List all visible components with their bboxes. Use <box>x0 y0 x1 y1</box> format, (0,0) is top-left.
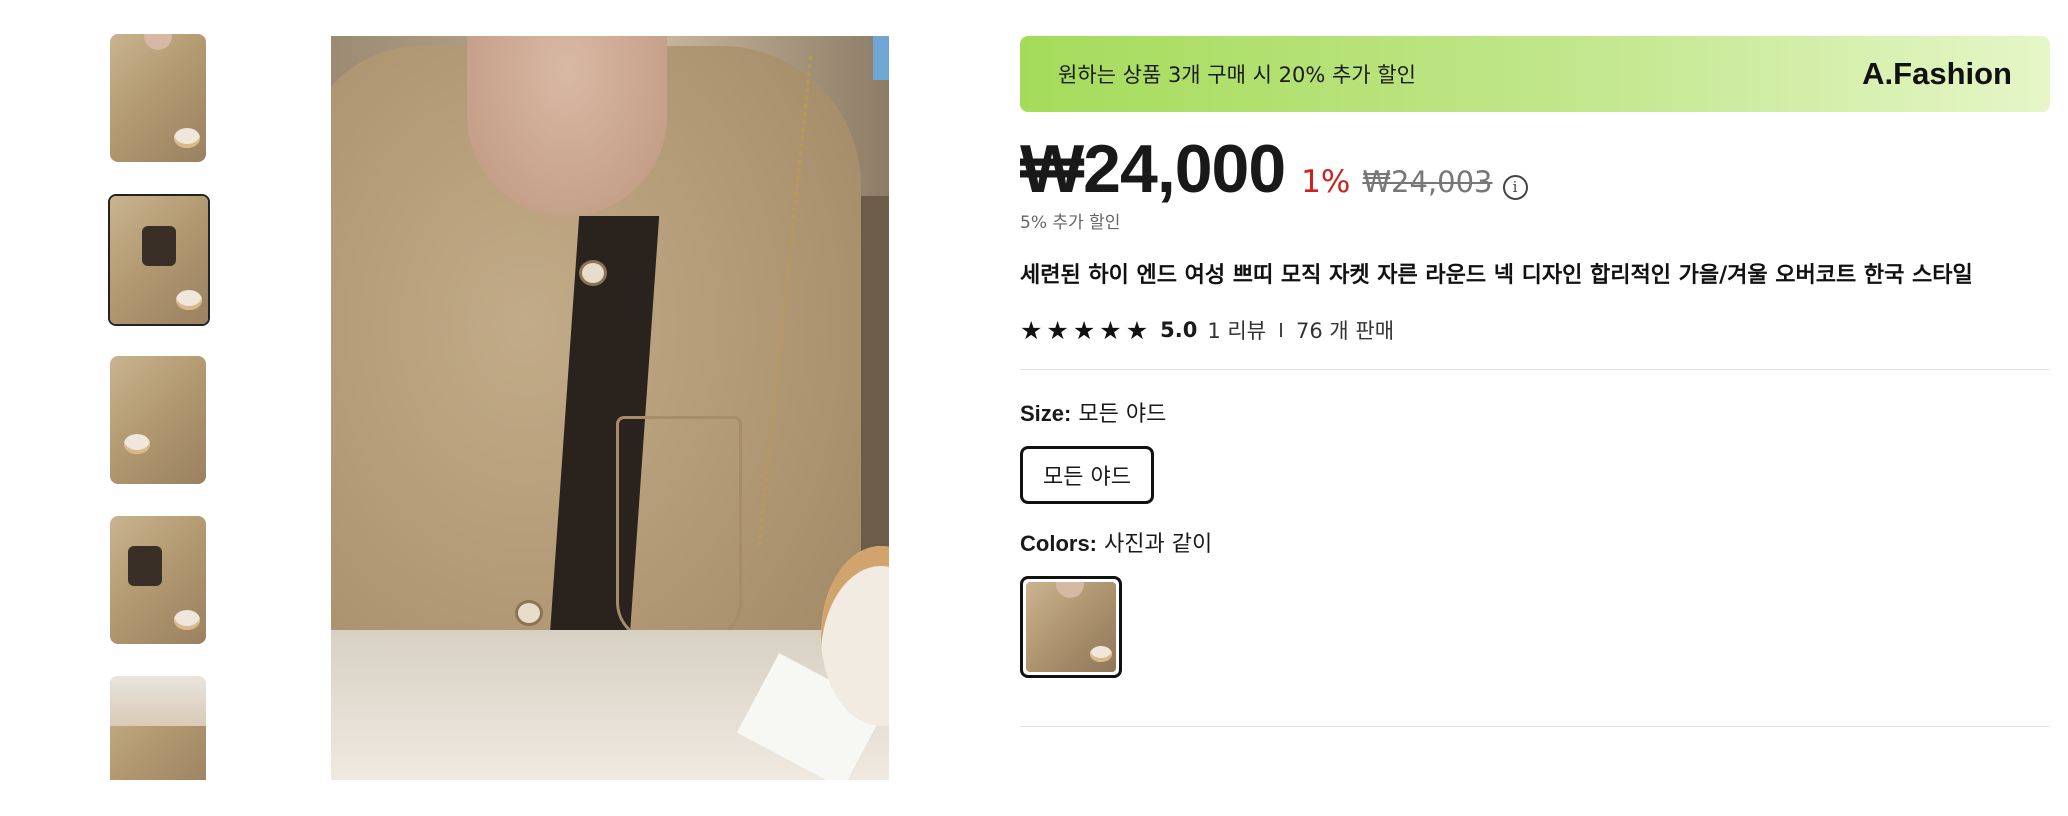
color-label-row: Colors: 사진과 같이 <box>1020 526 2050 558</box>
thumbnail-image <box>110 196 208 324</box>
star-rating: ★ ★ ★ ★ ★ <box>1020 318 1148 343</box>
sold-count: 76 개 판매 <box>1296 319 1395 343</box>
star-icon: ★ <box>1099 315 1122 345</box>
star-icon: ★ <box>1125 315 1149 345</box>
info-icon[interactable]: i <box>1502 175 1528 200</box>
divider <box>1020 369 2050 370</box>
thumbnail-image <box>110 516 206 644</box>
thumbnail-2[interactable] <box>108 194 210 326</box>
product-title: 세련된 하이 엔드 여성 쁘띠 모직 자켓 자른 라운드 넥 디자인 합리적인 … <box>1020 263 1973 288</box>
review-count[interactable]: 1 리뷰 <box>1207 315 1266 345</box>
original-price: ₩24,003 <box>1362 165 1493 199</box>
rating-row[interactable]: ★ ★ ★ ★ ★ 5.0 1 리뷰 76 개 판매 <box>1020 315 2050 345</box>
divider <box>1020 726 2050 727</box>
discount-percent: 1% <box>1301 164 1351 200</box>
size-label: Size: <box>1020 401 1072 426</box>
promo-text: 원하는 상품 3개 구매 시 20% 추가 할인 <box>1058 63 1416 87</box>
current-price: ₩24,000 <box>1020 131 1286 207</box>
price-row: ₩24,000 1% ₩24,003 i <box>1020 130 2050 207</box>
store-brand[interactable]: A.Fashion <box>1862 56 2012 92</box>
promo-banner[interactable]: 원하는 상품 3개 구매 시 20% 추가 할인 A.Fashion <box>1020 36 2050 112</box>
thumbnail-1[interactable] <box>110 34 206 162</box>
thumbnail-3[interactable] <box>110 356 206 484</box>
color-label: Colors: <box>1020 531 1097 556</box>
extra-discount: 5% 추가 할인 <box>1020 213 1121 233</box>
color-swatch-image <box>1026 582 1116 672</box>
color-selected-value: 사진과 같이 <box>1104 532 1213 557</box>
size-label-row: Size: 모든 야드 <box>1020 396 2050 428</box>
star-icon: ★ <box>1046 315 1069 345</box>
thumbnail-4[interactable] <box>110 516 206 644</box>
thumbnail-list <box>106 34 210 780</box>
thumbnail-image <box>110 34 206 162</box>
thumbnail-image <box>110 676 206 780</box>
color-option-swatch[interactable] <box>1020 576 1122 678</box>
rating-score: 5.0 <box>1160 318 1198 342</box>
main-product-image[interactable] <box>331 36 889 780</box>
divider <box>1280 323 1282 337</box>
star-icon: ★ <box>1072 315 1096 345</box>
size-selected-value: 모든 야드 <box>1078 402 1167 427</box>
size-option-button[interactable]: 모든 야드 <box>1020 446 1154 504</box>
thumbnail-image <box>110 356 206 484</box>
star-icon: ★ <box>1020 315 1043 345</box>
thumbnail-5[interactable] <box>110 676 206 780</box>
product-info-panel: 원하는 상품 3개 구매 시 20% 추가 할인 A.Fashion ₩24,0… <box>1020 36 2050 727</box>
